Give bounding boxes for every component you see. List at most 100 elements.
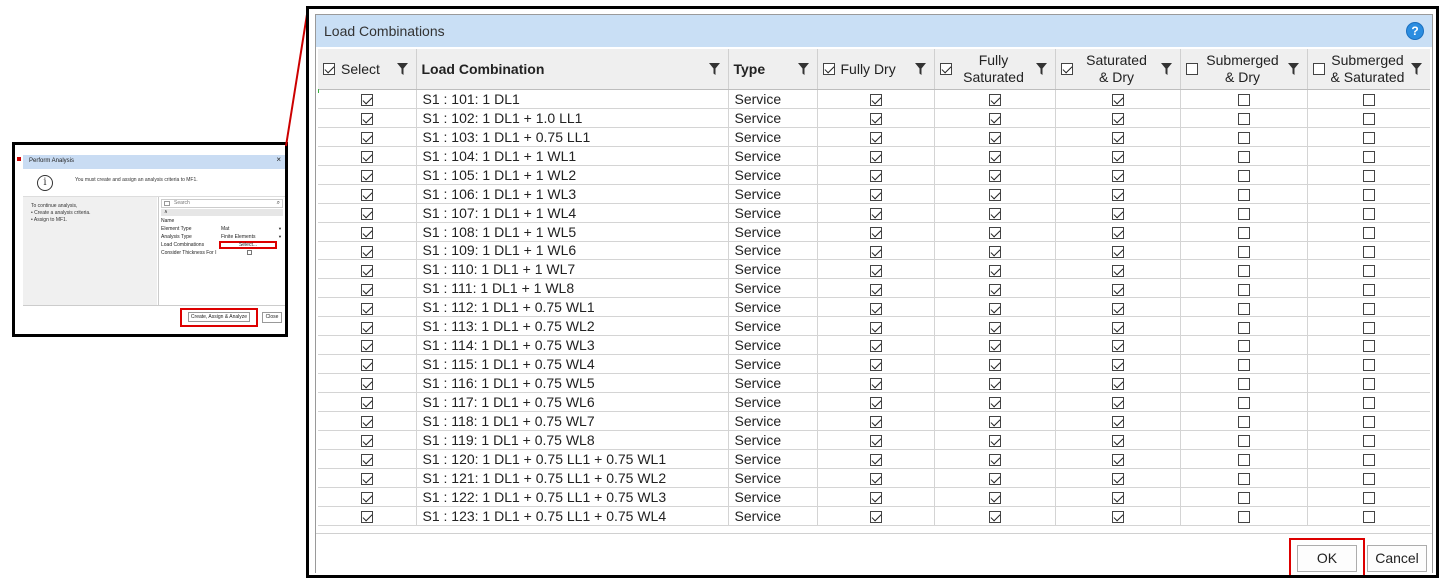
row-checkbox[interactable] [360, 132, 373, 145]
row-checkbox[interactable] [1111, 151, 1124, 164]
filter-icon[interactable] [914, 63, 926, 75]
row-checkbox[interactable] [1362, 113, 1375, 126]
row-checkbox[interactable] [869, 491, 882, 504]
filter-icon[interactable] [708, 63, 720, 75]
table-row[interactable]: S1 : 106: 1 DL1 + 1 WL3 Service [318, 184, 1430, 204]
row-checkbox[interactable] [360, 397, 373, 410]
row-checkbox[interactable] [1111, 378, 1124, 391]
row-checkbox[interactable] [1111, 283, 1124, 296]
row-checkbox[interactable] [1362, 132, 1375, 145]
row-checkbox[interactable] [1111, 435, 1124, 448]
row-checkbox[interactable] [1237, 245, 1250, 258]
row-checkbox[interactable] [988, 245, 1001, 258]
row-checkbox[interactable] [1237, 113, 1250, 126]
row-checkbox[interactable] [869, 170, 882, 183]
table-row[interactable]: S1 : 115: 1 DL1 + 0.75 WL4 Service [318, 354, 1430, 375]
row-checkbox[interactable] [1111, 113, 1124, 126]
row-checkbox[interactable] [360, 510, 373, 523]
row-checkbox[interactable] [1111, 302, 1124, 315]
row-checkbox[interactable] [1362, 170, 1375, 183]
row-checkbox[interactable] [1111, 245, 1124, 258]
row-checkbox[interactable] [988, 510, 1001, 523]
row-checkbox[interactable] [360, 283, 373, 296]
filter-icon[interactable] [1410, 63, 1422, 75]
row-checkbox[interactable] [360, 378, 373, 391]
submerged-dry-all-checkbox[interactable] [1185, 63, 1198, 75]
row-checkbox[interactable] [988, 378, 1001, 391]
row-checkbox[interactable] [869, 207, 882, 220]
row-checkbox[interactable] [1362, 473, 1375, 486]
row-checkbox[interactable] [988, 113, 1001, 126]
ok-button[interactable]: OK [1297, 545, 1357, 572]
row-checkbox[interactable] [869, 321, 882, 334]
row-checkbox[interactable] [988, 416, 1001, 429]
row-checkbox[interactable] [360, 188, 373, 201]
table-row[interactable]: S1 : 110: 1 DL1 + 1 WL7 Service [318, 259, 1430, 280]
row-checkbox[interactable] [1237, 416, 1250, 429]
row-checkbox[interactable] [1362, 435, 1375, 448]
close-button[interactable]: Close [262, 312, 282, 323]
table-row[interactable]: S1 : 105: 1 DL1 + 1 WL2 Service [318, 165, 1430, 185]
row-checkbox[interactable] [988, 473, 1001, 486]
row-checkbox[interactable] [1362, 454, 1375, 467]
row-checkbox[interactable] [1237, 226, 1250, 239]
table-row[interactable]: S1 : 121: 1 DL1 + 0.75 LL1 + 0.75 WL2 Ser… [318, 468, 1430, 488]
row-checkbox[interactable] [360, 151, 373, 164]
create-assign-analyze-button[interactable]: Create, Assign & Analyze [180, 308, 258, 327]
row-checkbox[interactable] [1362, 188, 1375, 201]
table-row[interactable]: S1 : 107: 1 DL1 + 1 WL4 Service [318, 203, 1430, 223]
row-checkbox[interactable] [1111, 397, 1124, 410]
row-checkbox[interactable] [869, 416, 882, 429]
column-header-fully-saturated[interactable]: Fully Saturated [934, 49, 1056, 90]
row-checkbox[interactable] [988, 454, 1001, 467]
row-checkbox[interactable] [1362, 491, 1375, 504]
table-row[interactable]: S1 : 118: 1 DL1 + 0.75 WL7 Service [318, 411, 1430, 431]
filter-icon[interactable] [1035, 63, 1047, 75]
table-row[interactable]: S1 : 114: 1 DL1 + 0.75 WL3 Service [318, 335, 1430, 356]
saturated-dry-all-checkbox[interactable] [1060, 63, 1073, 75]
table-row[interactable]: S1 : 103: 1 DL1 + 0.75 LL1 Service [318, 127, 1430, 147]
row-checkbox[interactable] [1362, 378, 1375, 391]
row-checkbox[interactable] [1237, 473, 1250, 486]
row-checkbox[interactable] [1111, 188, 1124, 201]
chevron-down-icon[interactable]: ▼ [278, 233, 282, 241]
row-checkbox[interactable] [988, 151, 1001, 164]
table-row[interactable]: S1 : 109: 1 DL1 + 1 WL6 Service [318, 241, 1430, 261]
row-checkbox[interactable] [1362, 283, 1375, 296]
row-checkbox[interactable] [360, 491, 373, 504]
row-checkbox[interactable] [869, 359, 882, 372]
fully-dry-all-checkbox[interactable] [822, 63, 835, 75]
row-checkbox[interactable] [869, 454, 882, 467]
row-checkbox[interactable] [1111, 321, 1124, 334]
row-checkbox[interactable] [360, 226, 373, 239]
row-checkbox[interactable] [360, 207, 373, 220]
row-checkbox[interactable] [1237, 491, 1250, 504]
row-checkbox[interactable] [1111, 264, 1124, 277]
table-row[interactable]: S1 : 120: 1 DL1 + 0.75 LL1 + 0.75 WL1 Ser… [318, 449, 1430, 469]
table-row[interactable]: S1 : 104: 1 DL1 + 1 WL1 Service [318, 146, 1430, 166]
help-icon[interactable]: ? [1406, 22, 1424, 40]
row-checkbox[interactable] [1111, 491, 1124, 504]
table-row[interactable]: S1 : 117: 1 DL1 + 0.75 WL6 Service [318, 392, 1430, 412]
row-checkbox[interactable] [988, 207, 1001, 220]
row-checkbox[interactable] [869, 435, 882, 448]
row-checkbox[interactable] [1111, 454, 1124, 467]
row-checkbox[interactable] [869, 397, 882, 410]
row-checkbox[interactable] [1237, 170, 1250, 183]
row-checkbox[interactable] [1362, 510, 1375, 523]
row-checkbox[interactable] [1237, 454, 1250, 467]
row-checkbox[interactable] [1111, 170, 1124, 183]
row-checkbox[interactable] [1362, 264, 1375, 277]
row-checkbox[interactable] [1237, 340, 1250, 353]
row-checkbox[interactable] [869, 510, 882, 523]
property-row[interactable]: Analysis Type Finite Elements ▼ [159, 233, 285, 241]
row-checkbox[interactable] [1111, 94, 1124, 107]
row-checkbox[interactable] [988, 226, 1001, 239]
select-load-combinations-button[interactable]: Select... [219, 241, 277, 249]
row-checkbox[interactable] [360, 321, 373, 334]
row-checkbox[interactable] [1111, 510, 1124, 523]
row-checkbox[interactable] [1362, 302, 1375, 315]
row-checkbox[interactable] [988, 359, 1001, 372]
table-row[interactable]: S1 : 122: 1 DL1 + 0.75 LL1 + 0.75 WL3 Ser… [318, 487, 1430, 507]
row-checkbox[interactable] [869, 113, 882, 126]
